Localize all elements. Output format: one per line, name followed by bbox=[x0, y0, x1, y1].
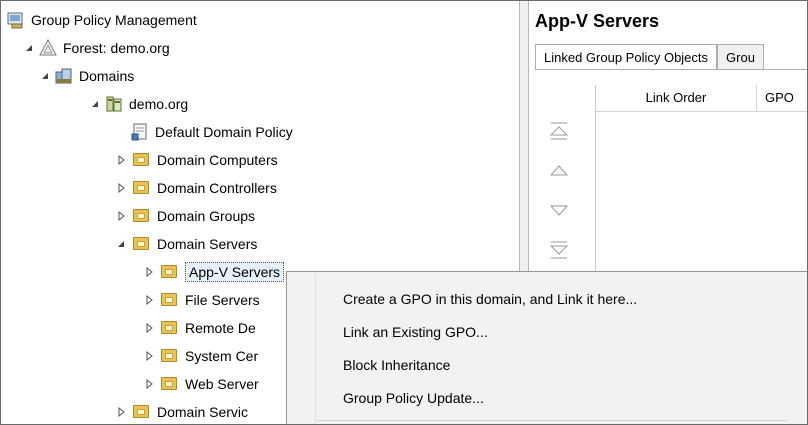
tree-item-web-server[interactable]: Web Server bbox=[143, 371, 259, 397]
menu-item-link-existing-gpo[interactable]: Link an Existing GPO... bbox=[317, 317, 807, 347]
move-up-icon[interactable] bbox=[549, 163, 569, 182]
column-header-gpo[interactable]: GPO bbox=[756, 85, 807, 111]
collapse-arrow-icon[interactable] bbox=[23, 42, 35, 54]
tab-group-policy-inheritance[interactable]: Grou bbox=[717, 44, 764, 70]
tree-item-label: Domains bbox=[79, 68, 135, 84]
domains-icon bbox=[55, 67, 73, 85]
expand-arrow-icon[interactable] bbox=[115, 182, 127, 194]
move-down-icon[interactable] bbox=[549, 203, 569, 222]
ou-folder-icon bbox=[161, 348, 179, 367]
menu-item-create-gpo[interactable]: Create a GPO in this domain, and Link it… bbox=[317, 284, 807, 314]
tree-item-label: Default Domain Policy bbox=[155, 124, 293, 140]
move-to-bottom-icon[interactable] bbox=[549, 239, 569, 266]
tree-item-label: File Servers bbox=[185, 292, 260, 308]
tree-item-label: Forest: demo.org bbox=[63, 40, 170, 56]
menu-gutter bbox=[315, 274, 316, 424]
gpo-link-icon bbox=[131, 123, 149, 141]
tree-item-label: Domain Groups bbox=[157, 208, 256, 224]
gpm-console-icon bbox=[7, 11, 25, 29]
expand-arrow-icon[interactable] bbox=[115, 154, 127, 166]
ou-folder-icon bbox=[133, 180, 151, 199]
tree-item-label: demo.org bbox=[129, 96, 189, 112]
tree-item-system-cer[interactable]: System Cer bbox=[143, 343, 258, 369]
details-tabs: Linked Group Policy Objects Grou bbox=[535, 44, 764, 70]
collapse-arrow-icon[interactable] bbox=[89, 98, 101, 110]
mmc-window: Group Policy Management Forest: demo.org… bbox=[0, 0, 808, 425]
tree-item-label-selected: App-V Servers bbox=[185, 262, 285, 282]
ou-folder-icon bbox=[133, 208, 151, 227]
tree-item-file-servers[interactable]: File Servers bbox=[143, 287, 260, 313]
tree-item-forest[interactable]: Forest: demo.org bbox=[23, 35, 170, 61]
tree-item-label: Remote De bbox=[185, 320, 256, 336]
ou-folder-icon bbox=[161, 264, 179, 283]
expand-arrow-icon[interactable] bbox=[143, 378, 155, 390]
tree-item-domain-computers[interactable]: Domain Computers bbox=[115, 147, 278, 173]
context-menu: Create a GPO in this domain, and Link it… bbox=[286, 271, 807, 424]
expand-arrow-icon[interactable] bbox=[115, 210, 127, 222]
tree-item-label: Group Policy Management bbox=[31, 12, 197, 28]
tree-item-domain-controllers[interactable]: Domain Controllers bbox=[115, 175, 277, 201]
tree-item-demo-org[interactable]: demo.org bbox=[89, 91, 188, 117]
tree-item-label: Domain Computers bbox=[157, 152, 278, 168]
tree-item-label: Domain Controllers bbox=[157, 180, 277, 196]
tree-item-domain-groups[interactable]: Domain Groups bbox=[115, 203, 255, 229]
ou-folder-icon bbox=[161, 292, 179, 311]
menu-item-block-inheritance[interactable]: Block Inheritance bbox=[317, 350, 807, 380]
tree-item-domain-servic[interactable]: Domain Servic bbox=[115, 399, 249, 424]
expand-arrow-icon[interactable] bbox=[143, 294, 155, 306]
tree-item-remote-de[interactable]: Remote De bbox=[143, 315, 256, 341]
expand-arrow-icon[interactable] bbox=[143, 322, 155, 334]
ou-folder-icon bbox=[161, 376, 179, 395]
domain-icon bbox=[105, 95, 123, 113]
tree-item-domain-servers[interactable]: Domain Servers bbox=[115, 231, 257, 257]
ou-folder-icon bbox=[133, 152, 151, 171]
tree-item-label: Domain Servic bbox=[157, 404, 249, 420]
tree-item-label: Domain Servers bbox=[157, 236, 258, 252]
tree-item-domains[interactable]: Domains bbox=[39, 63, 134, 89]
ou-folder-icon bbox=[133, 236, 151, 255]
menu-item-group-policy-update[interactable]: Group Policy Update... bbox=[317, 383, 807, 413]
tree-item-default-domain-policy[interactable]: Default Domain Policy bbox=[131, 119, 293, 145]
collapse-arrow-icon[interactable] bbox=[39, 70, 51, 82]
tree-item-label: Web Server bbox=[185, 376, 259, 392]
ou-folder-icon bbox=[133, 404, 151, 423]
tab-linked-gpos[interactable]: Linked Group Policy Objects bbox=[535, 44, 718, 70]
menu-separator bbox=[317, 420, 787, 421]
move-to-top-icon[interactable] bbox=[549, 121, 569, 146]
expand-arrow-icon[interactable] bbox=[143, 266, 155, 278]
tree-item-label: System Cer bbox=[185, 348, 259, 364]
column-header-link-order[interactable]: Link Order bbox=[596, 85, 756, 111]
ou-folder-icon bbox=[161, 320, 179, 339]
table-header: Link Order GPO bbox=[596, 85, 807, 112]
tree-item-app-v-servers[interactable]: App-V Servers bbox=[143, 259, 285, 285]
forest-icon bbox=[39, 38, 57, 57]
expand-arrow-icon[interactable] bbox=[115, 406, 127, 418]
expand-arrow-icon[interactable] bbox=[143, 350, 155, 362]
details-title: App-V Servers bbox=[535, 11, 660, 31]
collapse-arrow-icon[interactable] bbox=[115, 238, 127, 250]
tree-item-gpm-root[interactable]: Group Policy Management bbox=[7, 7, 197, 33]
